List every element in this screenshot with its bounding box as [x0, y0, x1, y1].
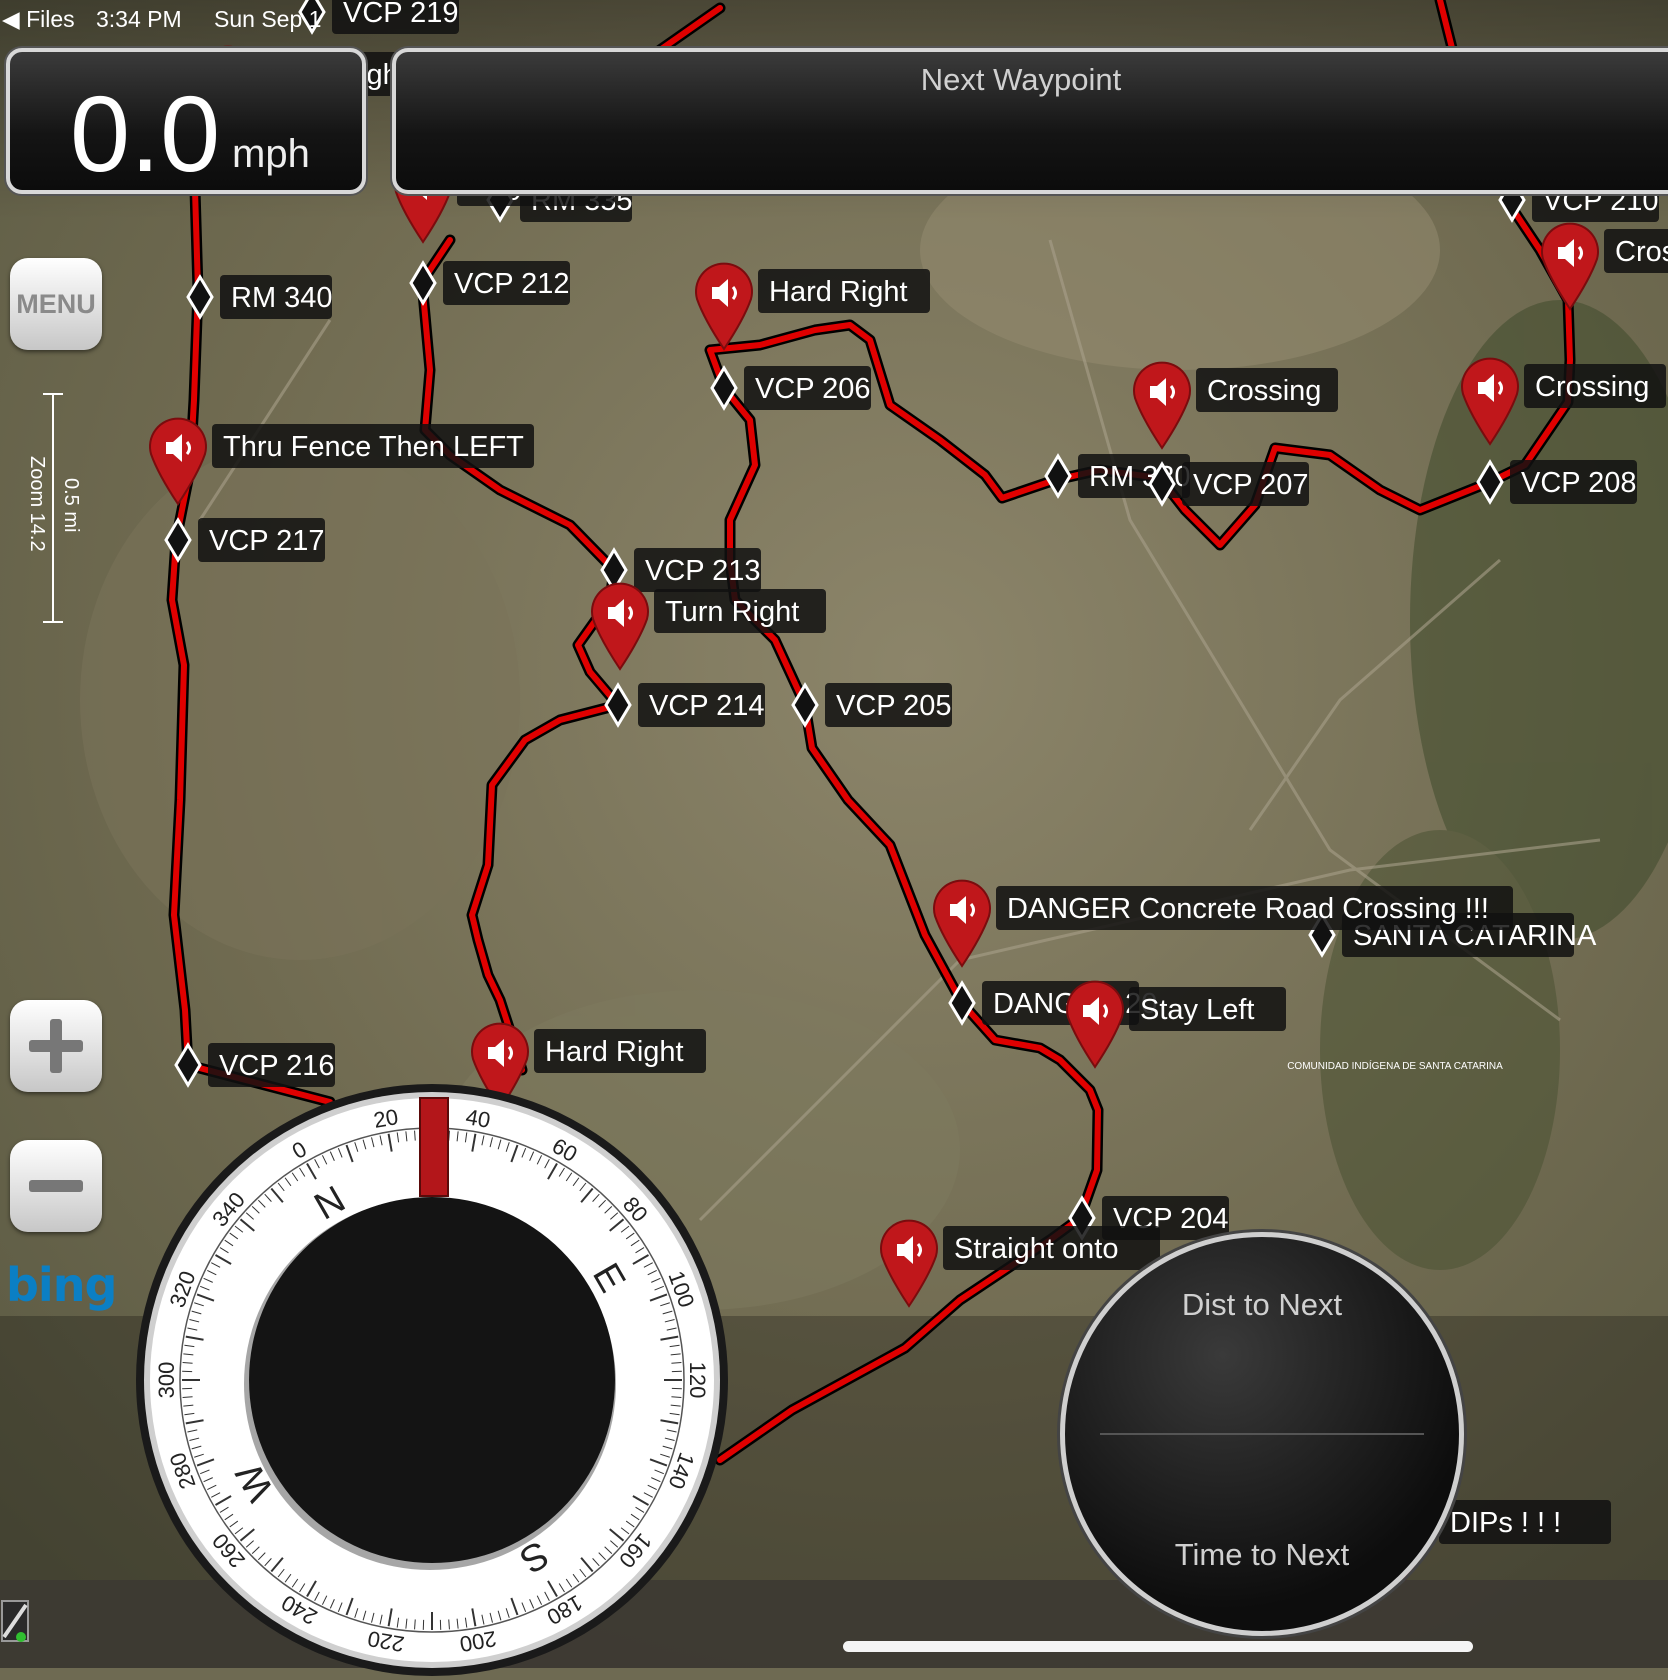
compass-degree-label: 120: [685, 1362, 710, 1399]
compass-degree-label: 300: [154, 1362, 179, 1399]
zoom-level: Zoom 14.2: [25, 456, 48, 552]
compass-degree-label: 20: [372, 1104, 400, 1133]
waypoint-label: VCP 219: [343, 0, 459, 29]
alert-label: Cros: [1615, 236, 1668, 268]
time-to-next-label: Time to Next: [1065, 1537, 1459, 1573]
waypoint-label: VCP 213: [645, 555, 761, 587]
scale-bar: [52, 393, 54, 623]
menu-label: MENU: [16, 289, 96, 320]
zoom-in-button[interactable]: [10, 1000, 102, 1092]
next-info-panel: Dist to Next Time to Next: [1060, 1232, 1464, 1636]
dist-to-next-label: Dist to Next: [1065, 1287, 1459, 1323]
waypoint-label: VCP 212: [454, 268, 570, 300]
next-waypoint-label: Next Waypoint: [396, 62, 1646, 98]
waypoint-label: VCP 214: [649, 690, 765, 722]
alert-label: Turn Right: [665, 596, 799, 628]
alert-label: Hard Right: [545, 1036, 684, 1068]
alert-label: Crossing: [1535, 371, 1649, 403]
heading-indicator: [420, 1098, 448, 1196]
plus-icon: [21, 1011, 91, 1081]
waypoint-label: VCP 217: [209, 525, 325, 557]
waypoint-label: VCP 208: [1521, 467, 1637, 499]
status-date: Sun Sep 1: [214, 6, 321, 33]
status-time: 3:34 PM: [96, 6, 182, 33]
waypoint-label: VCP 216: [219, 1050, 335, 1082]
speed-unit: mph: [232, 132, 310, 177]
bing-logo: bing: [6, 1258, 116, 1312]
alert-label: Thru Fence Then LEFT: [223, 431, 524, 463]
compass: 0204060801001201401601802002202402602803…: [132, 1080, 732, 1680]
alert-label: DANGER Concrete Road Crossing !!!: [1007, 893, 1489, 925]
waypoint-label: RM 340: [231, 282, 333, 314]
waypoint-label: VCP 207: [1193, 469, 1309, 501]
scale-distance: 0.5 mi: [59, 478, 82, 532]
waypoint-label: VCP 205: [836, 690, 952, 722]
alert-label: Hard Right: [769, 276, 908, 308]
gps-satellite-icon: [0, 1597, 34, 1645]
back-to-files-button[interactable]: ◀ Files: [2, 6, 75, 33]
alert-label: Crossing: [1207, 375, 1321, 407]
zoom-out-button[interactable]: [10, 1140, 102, 1232]
alert-label: Stay Left: [1140, 994, 1254, 1026]
community-label: COMUNIDAD INDÍGENA DE SANTA CATARINA: [1287, 1059, 1503, 1072]
compass-degree-label: 40: [464, 1104, 492, 1133]
menu-button[interactable]: MENU: [10, 258, 102, 350]
speed-value: 0.0: [70, 80, 220, 188]
next-waypoint-panel[interactable]: Next Waypoint: [392, 48, 1668, 194]
divider: [1100, 1433, 1424, 1435]
speed-panel: 0.0 mph: [6, 48, 366, 194]
waypoint-label: RM 330: [1089, 461, 1191, 493]
waypoint-label: VCP 206: [755, 373, 871, 405]
alert-label: DIPs ! ! !: [1450, 1507, 1561, 1539]
alert-label: Straight onto: [954, 1233, 1118, 1265]
home-indicator[interactable]: [843, 1641, 1473, 1652]
minus-icon: [21, 1151, 91, 1221]
